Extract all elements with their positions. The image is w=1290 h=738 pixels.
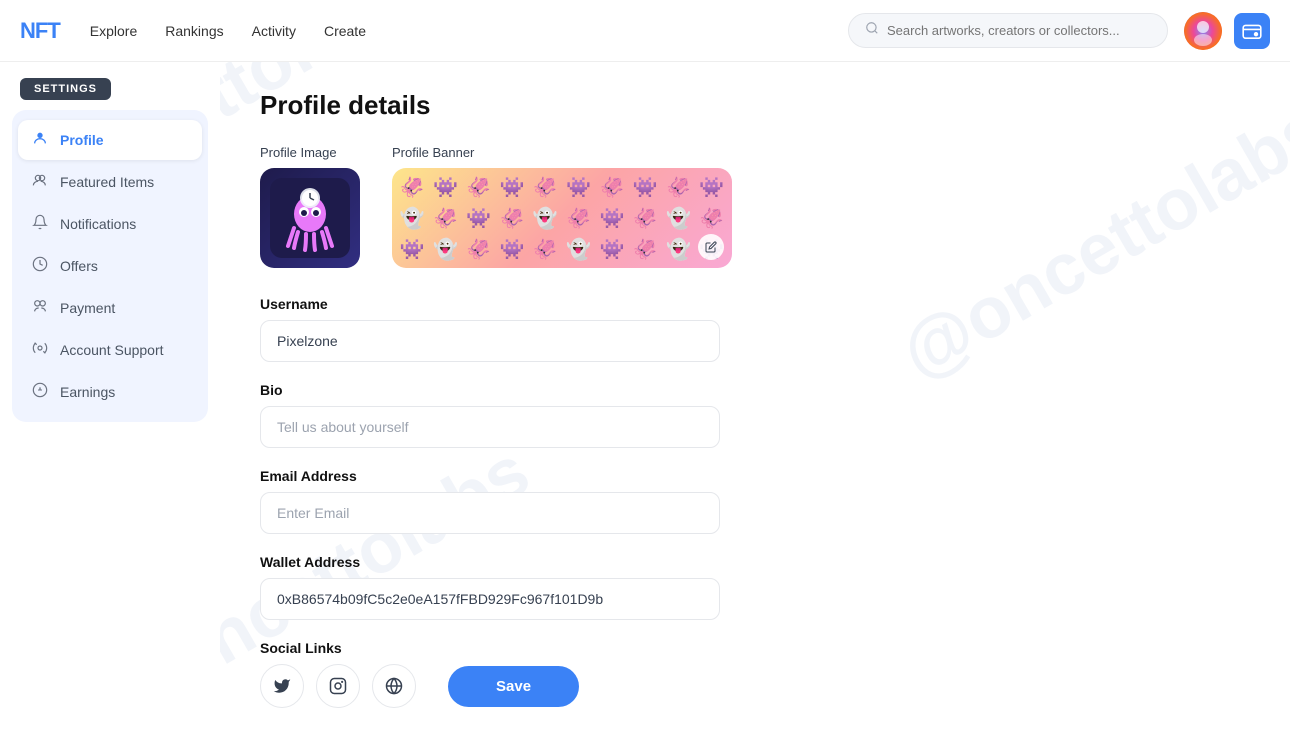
bio-label: Bio (260, 382, 1250, 398)
main-layout: SETTINGS Profile Featured Items (0, 62, 1290, 725)
profile-images-row: Profile Image (260, 145, 1250, 268)
monster-cell: 🦑 (496, 203, 528, 233)
offers-icon (30, 256, 50, 276)
email-input[interactable] (260, 492, 720, 534)
earnings-icon (30, 382, 50, 402)
monster-cell: 👾 (463, 203, 495, 233)
sidebar-item-offers[interactable]: Offers (18, 246, 202, 286)
monster-cell: 🦑 (562, 203, 594, 233)
profile-icon (30, 130, 50, 150)
sidebar-item-featured-items[interactable]: Featured Items (18, 162, 202, 202)
sidebar-item-notifications[interactable]: Notifications (18, 204, 202, 244)
monster-cell: 👾 (562, 172, 594, 202)
sidebar-label-offers: Offers (60, 258, 98, 274)
save-button[interactable]: Save (448, 666, 579, 707)
page-title: Profile details (260, 90, 1250, 121)
sidebar: SETTINGS Profile Featured Items (0, 62, 220, 725)
monster-cell: 🦑 (629, 203, 661, 233)
sidebar-item-account-support[interactable]: Account Support (18, 330, 202, 370)
header: NFT Explore Rankings Activity Create (0, 0, 1290, 62)
monster-cell: 🦑 (463, 172, 495, 202)
sidebar-label-payment: Payment (60, 300, 115, 316)
monster-cell: 👻 (662, 234, 694, 264)
profile-image-label: Profile Image (260, 145, 360, 160)
email-group: Email Address (260, 468, 1250, 534)
sidebar-label-profile: Profile (60, 132, 104, 148)
monster-cell: 👻 (396, 203, 428, 233)
monster-cell: 👾 (596, 234, 628, 264)
sidebar-menu: Profile Featured Items (12, 110, 208, 422)
profile-image-inner (260, 168, 360, 268)
nav-activity[interactable]: Activity (252, 23, 296, 39)
sidebar-label-account-support: Account Support (60, 342, 164, 358)
content: Profile details Profile Image (220, 62, 1290, 725)
wallet-input[interactable] (260, 578, 720, 620)
notifications-icon (30, 214, 50, 234)
monster-cell: 🦑 (662, 172, 694, 202)
nav: Explore Rankings Activity Create (90, 23, 366, 39)
monster-cell: 👾 (696, 172, 728, 202)
monster-cell: 👻 (662, 203, 694, 233)
monster-cell: 🦑 (596, 172, 628, 202)
social-links-label: Social Links (260, 640, 1250, 656)
account-support-icon (30, 340, 50, 360)
monster-cell: 🦑 (429, 203, 461, 233)
monster-cell: 👻 (562, 234, 594, 264)
sidebar-label-earnings: Earnings (60, 384, 115, 400)
nav-create[interactable]: Create (324, 23, 366, 39)
profile-banner-box[interactable]: 🦑 👾 🦑 👾 🦑 👾 🦑 👾 🦑 👾 👻 🦑 👾 (392, 168, 732, 268)
social-links-group: Social Links (260, 640, 1250, 708)
monster-cell: 🦑 (696, 203, 728, 233)
profile-image-section: Profile Image (260, 145, 360, 268)
edit-banner-button[interactable] (698, 234, 724, 260)
username-group: Username (260, 296, 1250, 362)
logo: NFT (20, 18, 60, 44)
settings-badge: SETTINGS (12, 78, 208, 110)
sidebar-label-featured: Featured Items (60, 174, 154, 190)
header-right (1184, 12, 1270, 50)
avatar[interactable] (1184, 12, 1222, 50)
monster-cell: 👻 (429, 234, 461, 264)
monster-cell: 🦑 (463, 234, 495, 264)
instagram-button[interactable] (316, 664, 360, 708)
monster-cell: 🦑 (629, 234, 661, 264)
monster-cell: 🦑 (396, 172, 428, 202)
sidebar-item-earnings[interactable]: Earnings (18, 372, 202, 412)
sidebar-item-profile[interactable]: Profile (18, 120, 202, 160)
wallet-icon[interactable] (1234, 13, 1270, 49)
search-bar (848, 13, 1168, 48)
monster-cell: 👻 (529, 203, 561, 233)
search-input[interactable] (887, 23, 1151, 38)
nav-explore[interactable]: Explore (90, 23, 137, 39)
sidebar-label-notifications: Notifications (60, 216, 136, 232)
bio-group: Bio (260, 382, 1250, 448)
wallet-label: Wallet Address (260, 554, 1250, 570)
monster-cell: 🦑 (529, 234, 561, 264)
search-icon (865, 21, 879, 40)
website-button[interactable] (372, 664, 416, 708)
featured-items-icon (30, 172, 50, 192)
profile-image-box[interactable] (260, 168, 360, 268)
sidebar-item-payment[interactable]: Payment (18, 288, 202, 328)
profile-banner-section: Profile Banner 🦑 👾 🦑 👾 🦑 👾 🦑 👾 🦑 (392, 145, 732, 268)
monster-cell: 👾 (496, 234, 528, 264)
bio-input[interactable] (260, 406, 720, 448)
wallet-group: Wallet Address (260, 554, 1250, 620)
monster-cell: 👾 (496, 172, 528, 202)
social-links-row: Save (260, 664, 1250, 708)
profile-banner-label: Profile Banner (392, 145, 732, 160)
payment-icon (30, 298, 50, 318)
monster-cell: 👾 (429, 172, 461, 202)
monster-cell: 👾 (396, 234, 428, 264)
username-label: Username (260, 296, 1250, 312)
username-input[interactable] (260, 320, 720, 362)
twitter-button[interactable] (260, 664, 304, 708)
email-label: Email Address (260, 468, 1250, 484)
monster-cell: 👾 (629, 172, 661, 202)
nav-rankings[interactable]: Rankings (165, 23, 223, 39)
monster-cell: 🦑 (529, 172, 561, 202)
monster-cell: 👾 (596, 203, 628, 233)
